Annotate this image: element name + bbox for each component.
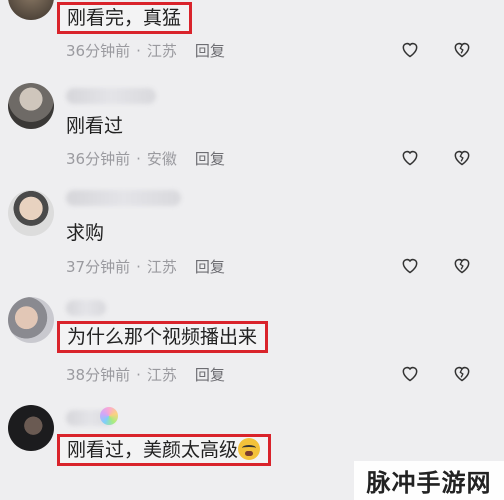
avatar[interactable]	[8, 0, 54, 20]
username-blurred	[66, 88, 156, 104]
avatar[interactable]	[8, 83, 54, 129]
broken-heart-icon[interactable]	[452, 255, 472, 275]
comment-location: 江苏	[146, 42, 177, 60]
heart-icon[interactable]	[400, 255, 420, 275]
reply-button[interactable]: 回复	[195, 366, 225, 384]
comment-text: 为什么那个视频播出来	[57, 321, 269, 353]
avatar[interactable]	[8, 297, 54, 343]
broken-heart-icon[interactable]	[452, 147, 472, 167]
broken-heart-icon[interactable]	[452, 39, 472, 59]
reply-button[interactable]: 回复	[195, 258, 225, 276]
comment-time: 37分钟前	[66, 258, 131, 276]
comment-location: 江苏	[146, 258, 177, 276]
rainbow-icon	[100, 407, 118, 425]
heart-icon[interactable]	[400, 363, 420, 383]
reply-button[interactable]: 回复	[195, 150, 225, 168]
reply-button[interactable]: 回复	[195, 42, 225, 60]
avatar[interactable]	[8, 405, 54, 451]
comment-text: 刚看过	[66, 115, 124, 137]
username-blurred	[66, 300, 106, 316]
comment-text: 求购	[66, 222, 105, 244]
comment-time: 36分钟前	[66, 42, 131, 60]
comment-location: 江苏	[146, 366, 177, 384]
avatar[interactable]	[8, 190, 54, 236]
comment-location: 安徽	[146, 150, 177, 168]
comment-text: 刚看过，美颜太高级	[57, 434, 272, 466]
username-blurred	[66, 190, 181, 206]
comment-meta: 37分钟前 · 江苏 回复	[66, 258, 225, 276]
heart-icon[interactable]	[400, 39, 420, 59]
emoji-icon	[238, 438, 261, 460]
comment-text: 刚看完，真猛	[57, 2, 193, 34]
comment-time: 36分钟前	[66, 150, 131, 168]
comment-meta: 36分钟前 · 安徽 回复	[66, 150, 225, 168]
comment-meta: 38分钟前 · 江苏 回复	[66, 366, 225, 384]
broken-heart-icon[interactable]	[452, 363, 472, 383]
comment-meta: 36分钟前 · 江苏 回复	[66, 42, 225, 60]
comment-time: 38分钟前	[66, 366, 131, 384]
heart-icon[interactable]	[400, 147, 420, 167]
watermark: 脉冲手游网	[354, 461, 504, 500]
